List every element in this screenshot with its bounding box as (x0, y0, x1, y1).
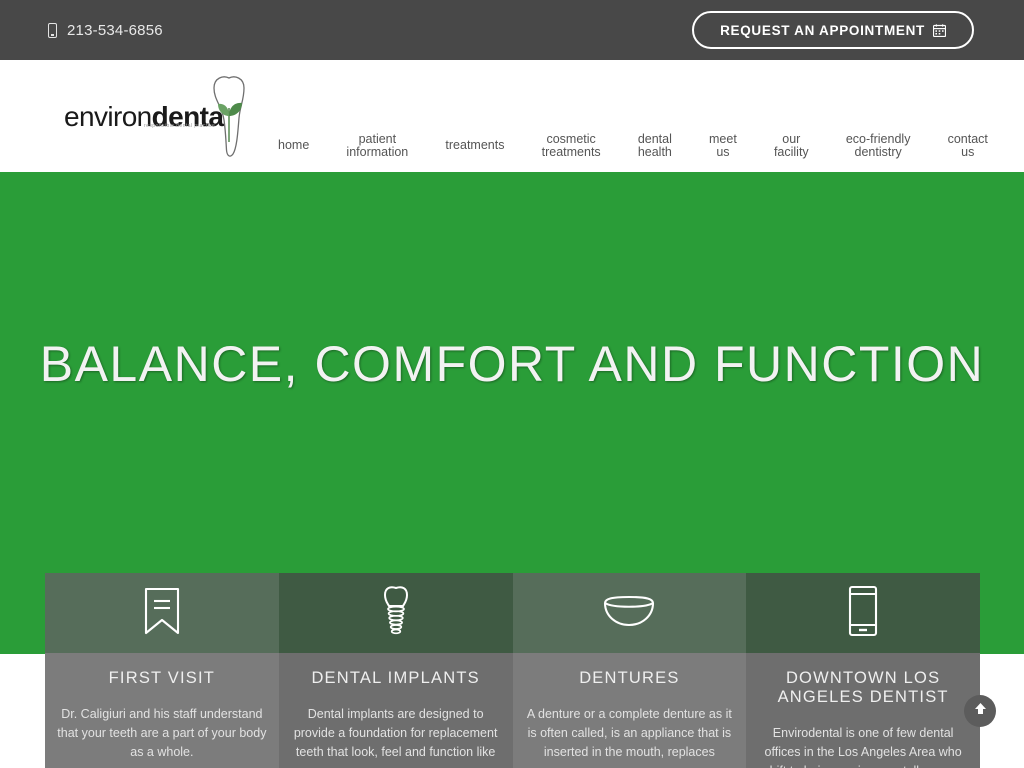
nav-item-dental-health[interactable]: dental health (638, 132, 672, 160)
arrow-up-icon (973, 701, 988, 721)
card-title: FIRST VISIT (108, 669, 216, 687)
site-header: environdental responsible dental practic… (0, 60, 1024, 172)
card-description: Dr. Caligiuri and his staff understand t… (57, 707, 267, 759)
mobile-phone-icon (847, 585, 879, 642)
phone-number: 213-534-6856 (67, 21, 163, 39)
nav-item-cosmetic-treatments[interactable]: cosmetic treatments (542, 132, 601, 160)
nav-item-contact-us[interactable]: contact us (948, 132, 988, 160)
main-navigation: home patient information treatments cosm… (278, 120, 988, 172)
card-description: A denture or a complete denture as it is… (526, 707, 732, 759)
nav-item-treatments[interactable]: treatments (445, 139, 504, 153)
request-appointment-button[interactable]: REQUEST AN APPOINTMENT (692, 11, 974, 49)
logo-word-thin: environ (64, 101, 152, 132)
request-appointment-label: REQUEST AN APPOINTMENT (720, 22, 925, 38)
nav-item-meet-us[interactable]: meet us (709, 132, 737, 160)
card-icon-band (278, 573, 513, 653)
card-icon-band (746, 573, 980, 653)
card-description: Envirodental is one of few dental office… (763, 726, 962, 768)
site-logo[interactable]: environdental responsible dental practic… (60, 68, 260, 164)
card-text-band: DENTURES A denture or a complete denture… (512, 653, 747, 768)
card-text-band: DENTAL IMPLANTS Dental implants are desi… (278, 653, 513, 768)
nav-item-our-facility[interactable]: our facility (774, 132, 809, 160)
card-title: DENTAL IMPLANTS (311, 669, 480, 687)
feature-card-first-visit[interactable]: FIRST VISIT Dr. Caligiuri and his staff … (45, 573, 279, 768)
card-text-band: FIRST VISIT Dr. Caligiuri and his staff … (45, 653, 279, 768)
top-bar: 213-534-6856 REQUEST AN APPOINTMENT (0, 0, 1024, 60)
feature-cards: FIRST VISIT Dr. Caligiuri and his staff … (45, 573, 980, 768)
scroll-to-top-button[interactable] (964, 695, 996, 727)
card-icon-band (45, 573, 279, 653)
card-icon-band (512, 573, 747, 653)
card-title: DENTURES (579, 669, 680, 687)
calendar-icon (933, 23, 946, 37)
bookmark-icon (140, 586, 184, 641)
card-text-band: DOWNTOWN LOS ANGELES DENTIST Envirodenta… (746, 653, 980, 768)
page-root: 213-534-6856 REQUEST AN APPOINTMENT envi… (0, 0, 1024, 768)
nav-item-patient-information[interactable]: patient information (346, 132, 408, 160)
hero-title: BALANCE, COMFORT AND FUNCTION (39, 336, 985, 392)
denture-smile-icon (601, 594, 657, 633)
phone-link[interactable]: 213-534-6856 (48, 22, 163, 39)
nav-item-eco-friendly-dentistry[interactable]: eco-friendly dentistry (846, 132, 911, 160)
nav-item-home[interactable]: home (278, 139, 309, 153)
feature-card-dental-implants[interactable]: DENTAL IMPLANTS Dental implants are desi… (278, 573, 513, 768)
dental-implant-icon (376, 584, 416, 643)
card-description: Dental implants are designed to provide … (293, 707, 498, 759)
tooth-with-leaf-icon (203, 72, 255, 167)
feature-card-downtown-los-angeles-dentist[interactable]: DOWNTOWN LOS ANGELES DENTIST Envirodenta… (746, 573, 980, 768)
mobile-phone-icon (48, 22, 57, 38)
card-title: DOWNTOWN LOS ANGELES DENTIST (777, 669, 949, 706)
feature-card-dentures[interactable]: DENTURES A denture or a complete denture… (512, 573, 747, 768)
